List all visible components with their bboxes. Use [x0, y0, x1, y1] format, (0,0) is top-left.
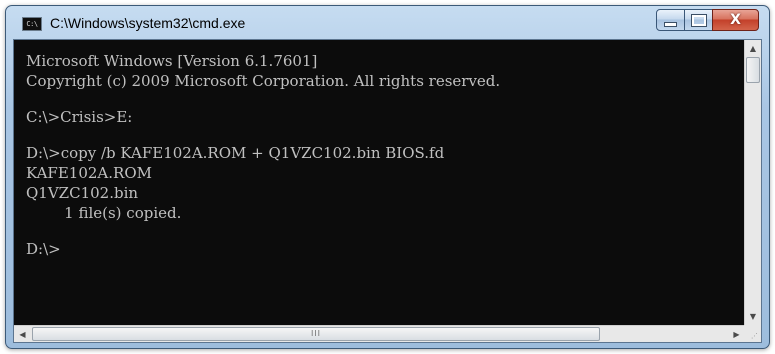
- resize-grip[interactable]: ⋰: [744, 325, 761, 342]
- grip-icon: III: [310, 329, 322, 338]
- vertical-scroll-thumb[interactable]: [746, 57, 760, 83]
- console-line: D:\>copy /b KAFE102A.ROM + Q1VZC102.bin …: [26, 144, 445, 162]
- cmd-window: C:\ C:\Windows\system32\cmd.exe X Micros…: [5, 5, 770, 349]
- caption-buttons: X: [656, 9, 759, 31]
- console-prompt-line: D:\>: [26, 240, 61, 258]
- title-bar[interactable]: C:\ C:\Windows\system32\cmd.exe X: [6, 6, 769, 40]
- window-title: C:\Windows\system32\cmd.exe: [50, 15, 246, 31]
- arrow-left-icon: ◀: [19, 329, 26, 339]
- console-line: KAFE102A.ROM: [26, 164, 152, 182]
- arrow-right-icon: ▶: [733, 329, 740, 339]
- maximize-button[interactable]: [684, 9, 713, 31]
- scroll-right-button[interactable]: ▶: [728, 326, 745, 342]
- scroll-left-button[interactable]: ◀: [14, 326, 31, 342]
- scroll-down-button[interactable]: ▼: [745, 308, 761, 325]
- console-line: C:\>Crisis>E:: [26, 108, 133, 126]
- console-line: Q1VZC102.bin: [26, 184, 139, 202]
- horizontal-scroll-thumb[interactable]: III: [32, 327, 600, 341]
- vertical-scrollbar[interactable]: ▲ ▼: [744, 40, 761, 325]
- minimize-button[interactable]: [656, 9, 685, 31]
- close-button[interactable]: X: [712, 9, 759, 31]
- console-line: Copyright (c) 2009 Microsoft Corporation…: [26, 72, 501, 90]
- close-icon: X: [730, 12, 741, 28]
- console-icon[interactable]: C:\: [22, 17, 42, 31]
- console-output[interactable]: Microsoft Windows [Version 6.1.7601] Cop…: [14, 40, 745, 325]
- console-line: Microsoft Windows [Version 6.1.7601]: [26, 52, 318, 70]
- maximize-icon: [690, 13, 707, 27]
- resize-grip-icon: ⋰: [751, 332, 759, 340]
- arrow-up-icon: ▲: [749, 44, 757, 53]
- scroll-up-button[interactable]: ▲: [745, 40, 761, 57]
- console-line: 1 file(s) copied.: [26, 204, 182, 222]
- minimize-icon: [664, 21, 677, 27]
- arrow-down-icon: ▼: [749, 312, 757, 321]
- horizontal-scrollbar[interactable]: ◀ III ▶: [14, 325, 745, 342]
- console-client-area: Microsoft Windows [Version 6.1.7601] Cop…: [13, 39, 762, 343]
